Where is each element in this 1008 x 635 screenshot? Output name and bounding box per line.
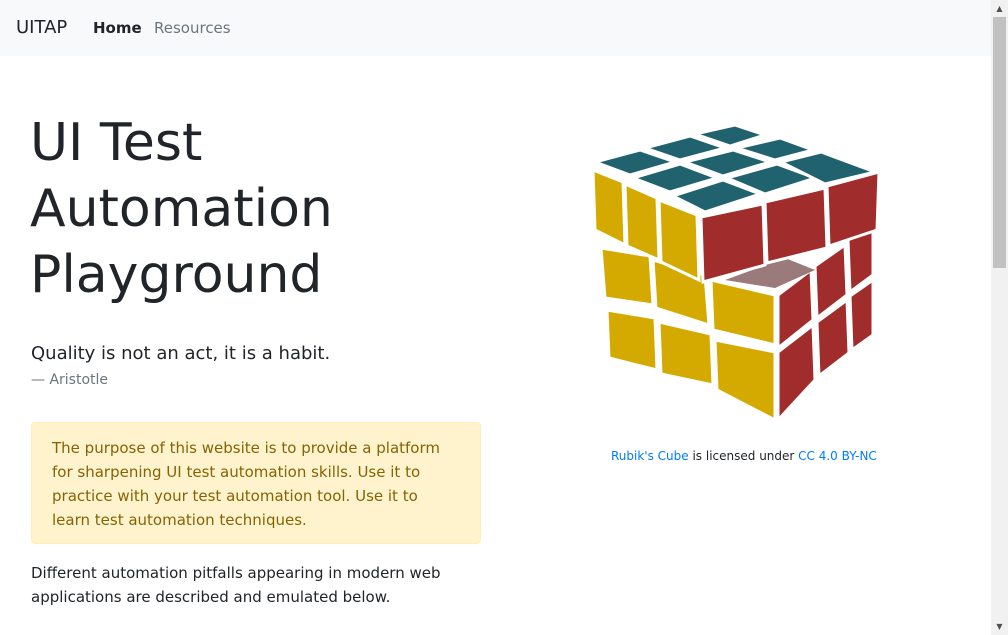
page-title: UI Test Automation Playground (30, 113, 333, 305)
rubiks-cube-image (590, 123, 881, 425)
pitfalls-description: Different automation pitfalls appearing … (31, 564, 441, 606)
credit-middle-text: is licensed under (688, 449, 799, 463)
scrollbar-thumb[interactable] (993, 17, 1006, 268)
quote-author: — Aristotle (31, 372, 109, 388)
quote-text: Quality is not an act, it is a habit. (31, 343, 331, 364)
scroll-up-arrow-icon[interactable]: ▲ (991, 0, 1008, 17)
license-link[interactable]: CC 4.0 BY-NC (798, 449, 877, 463)
nav-link-resources[interactable]: Resources (154, 19, 231, 37)
purpose-alert: The purpose of this website is to provid… (31, 422, 481, 544)
navbar-brand[interactable]: UITAP (16, 17, 67, 38)
vertical-scrollbar[interactable]: ▲ ▼ (991, 0, 1008, 635)
scroll-down-arrow-icon[interactable]: ▼ (991, 618, 1008, 635)
purpose-alert-text: The purpose of this website is to provid… (52, 439, 440, 529)
rubiks-cube-link[interactable]: Rubik's Cube (611, 449, 689, 463)
navbar: UITAP Home Resources (0, 0, 991, 56)
nav-link-home[interactable]: Home (93, 19, 142, 37)
image-credit: Rubik's Cube is licensed under CC 4.0 BY… (611, 449, 877, 463)
